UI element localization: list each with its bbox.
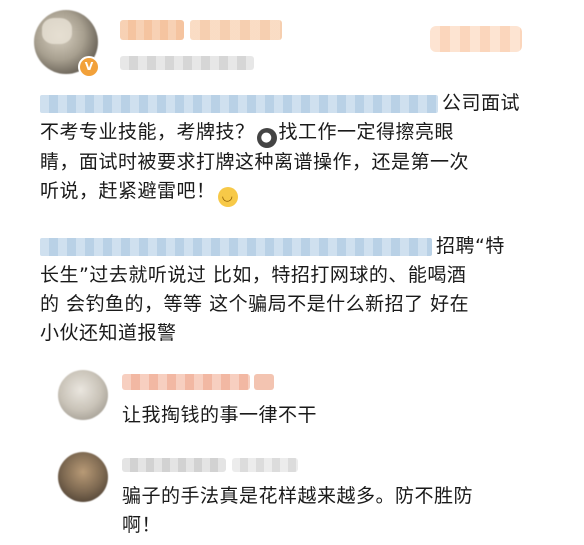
reply-2-line-1: 骗子的手法真是花样越来越多。防不胜防	[122, 485, 474, 507]
reply-2-meta-redacted	[232, 458, 298, 472]
comment-2-line-2: 长生”过去就听说过 比如，特招打网球的、能喝酒	[40, 264, 467, 286]
smile-emoji-icon: ◡	[217, 187, 238, 207]
author-title-redacted	[190, 20, 282, 40]
redacted-text	[40, 237, 432, 256]
reply-2-line-2: 啊！	[122, 514, 162, 536]
comment-1-line-1: 公司面试	[40, 89, 550, 118]
comment-2-line-1: 招聘“特	[40, 232, 550, 261]
comment-1-line-3: 睛，面试时被要求打牌这种离谱操作，还是第一次	[40, 151, 470, 173]
reply-2-avatar[interactable]	[58, 452, 108, 502]
weibo-comment-card: V 公司面试 不考专业技能，考牌技？ ● 找工作一定得擦亮眼 睛，面试时被要求打牌这…	[0, 0, 584, 545]
verified-badge-icon: V	[78, 56, 100, 78]
comment-2-line-4: 小伙还知道报警	[40, 322, 177, 344]
reply-1-name-redacted[interactable]	[122, 374, 250, 390]
reply-1-badge-redacted	[254, 374, 274, 390]
reply-2-text: 骗子的手法真是花样越来越多。防不胜防 啊！	[122, 482, 473, 540]
reply-1-avatar[interactable]	[58, 370, 108, 420]
comment-2-line-3: 的 会钓鱼的，等等 这个骗局不是什么新招了 好在	[40, 293, 470, 315]
reply-2-name-redacted[interactable]	[122, 458, 226, 472]
eyes-emoji-icon: ●	[256, 128, 277, 148]
comment-2: 招聘“特 长生”过去就听说过 比如，特招打网球的、能喝酒 的 会钓鱼的，等等 这…	[40, 232, 550, 348]
comment-1-line-4: 听说，赶紧避雷吧！ ◡	[40, 177, 550, 207]
comment-1: 公司面试 不考专业技能，考牌技？ ● 找工作一定得擦亮眼 睛，面试时被要求打牌这种离…	[40, 89, 550, 207]
reply-1-text: 让我掏钱的事一律不干	[122, 404, 318, 426]
redacted-text	[40, 94, 438, 113]
post-meta-redacted	[120, 56, 254, 70]
comment-1-line-2: 不考专业技能，考牌技？ ● 找工作一定得擦亮眼	[40, 118, 550, 148]
author-name-redacted[interactable]	[120, 20, 184, 40]
follow-button-redacted[interactable]	[430, 26, 522, 52]
